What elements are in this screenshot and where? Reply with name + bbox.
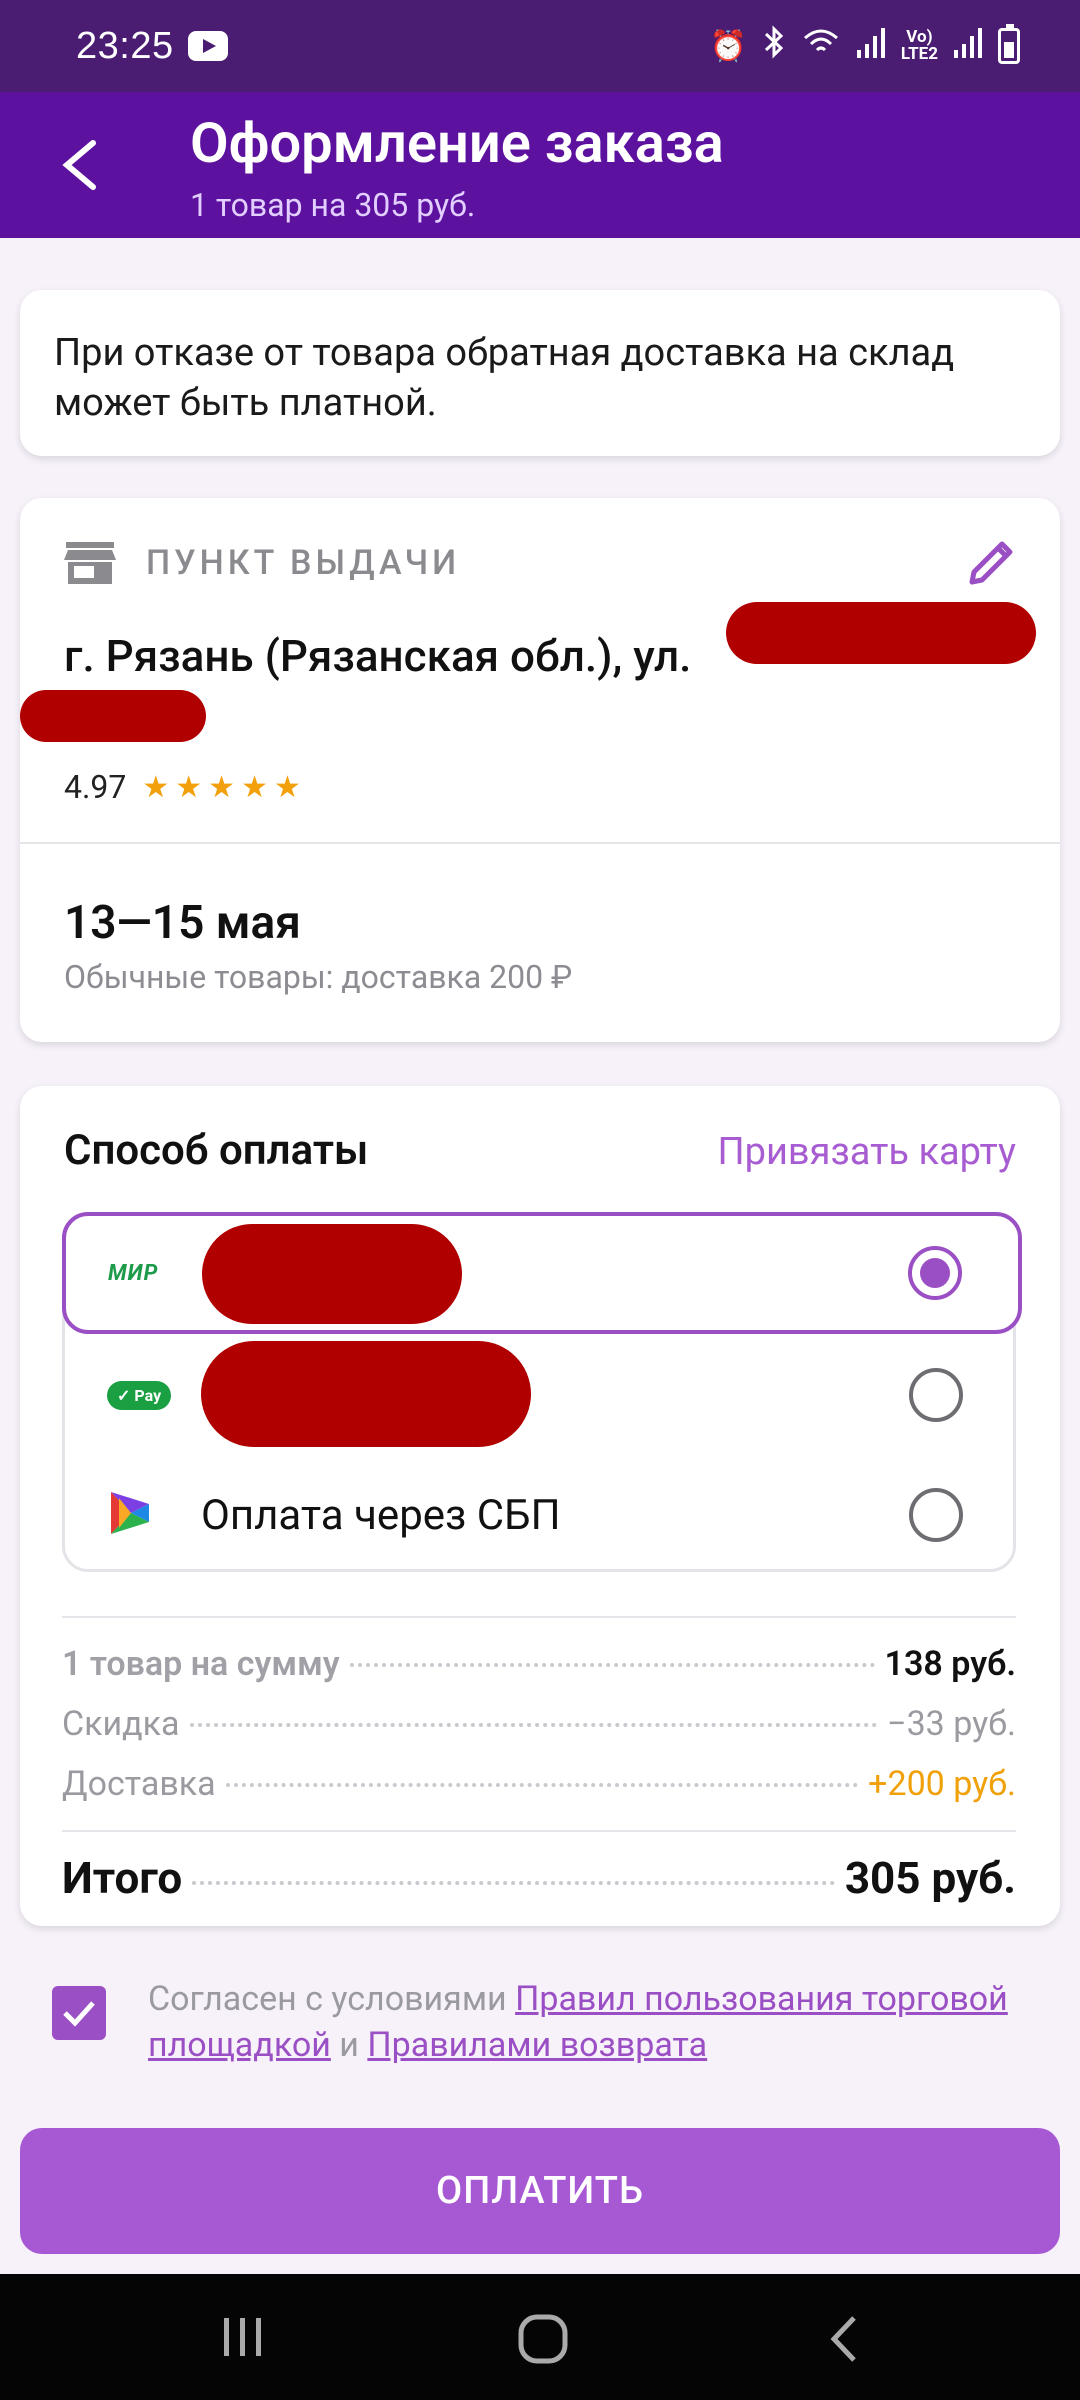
summary-discount-value: −33 руб. [887,1704,1016,1744]
status-bar: 23:25 ⏰ Vo) LTE2 [0,0,1080,92]
recent-apps-button[interactable] [218,2312,268,2366]
payment-method-pay[interactable]: ✓ Pay [65,1335,1019,1455]
pickup-rating: 4.97 ★★★★★ [64,768,307,806]
radio-selected[interactable] [908,1246,962,1300]
divider [62,1616,1016,1618]
system-nav-bar [0,2274,1080,2400]
wifi-icon [801,24,841,68]
mir-logo-icon: МИР [108,1260,159,1286]
dot-leader [192,1881,835,1885]
redaction-mark [202,1224,462,1324]
payment-title: Способ оплаты [64,1126,369,1175]
divider [62,1830,1016,1832]
summary-items-value: 138 руб. [884,1644,1016,1684]
pickup-header: ПУНКТ ВЫДАЧИ [64,540,460,586]
summary-total-value: 305 руб. [844,1852,1016,1904]
store-icon [64,542,116,584]
dot-leader [225,1783,859,1787]
redaction-mark [20,690,206,742]
checkmark-icon [63,2001,95,2027]
summary-delivery-row: Доставка +200 руб. [62,1764,1016,1804]
delivery-note: Обычные товары: доставка 200 ₽ [64,958,573,996]
dot-leader [349,1663,875,1667]
back-arrow-icon [62,140,96,190]
summary-total-row: Итого 305 руб. [62,1852,1016,1904]
back-nav-button[interactable] [824,2312,864,2370]
bluetooth-icon [763,25,785,67]
summary-total-label: Итого [62,1852,183,1904]
radio-unselected[interactable] [909,1368,963,1422]
rating-value: 4.97 [64,768,127,806]
alarm-icon: ⏰ [709,28,747,64]
page-subtitle: 1 товар на 305 руб. [190,186,476,224]
pickup-point-card: ПУНКТ ВЫДАЧИ г. Рязань (Рязанская обл.),… [20,498,1060,1042]
summary-delivery-value: +200 руб. [868,1764,1016,1804]
return-policy-link[interactable]: Правилами возврата [367,2025,707,2065]
agreement-checkbox[interactable] [52,1986,106,2040]
dot-leader [189,1723,878,1727]
home-button[interactable] [516,2312,570,2370]
app-bar: Оформление заказа 1 товар на 305 руб. [0,92,1080,238]
youtube-icon [187,31,228,61]
redaction-mark [201,1341,531,1447]
payment-method-mir[interactable]: МИР [62,1212,1022,1334]
payment-method-label: Оплата через СБП [201,1490,561,1540]
home-icon [518,2314,568,2364]
pickup-label: ПУНКТ ВЫДАЧИ [146,543,461,583]
status-icons: ⏰ Vo) LTE2 [709,24,1020,68]
summary-delivery-label: Доставка [62,1764,216,1804]
edit-address-button[interactable] [962,532,1022,592]
pay-button[interactable]: ОПЛАТИТЬ [20,2128,1060,2254]
redaction-mark [726,602,1036,664]
payment-methods-list: МИР ✓ Pay Оплата через СБП [62,1212,1022,1575]
link-card-button[interactable]: Привязать карту [718,1130,1017,1174]
summary-items-label: 1 товар на сумму [62,1644,340,1684]
status-time: 23:25 [76,24,174,67]
agreement-prefix: Согласен с условиями [148,1979,516,2019]
signal-icon [856,24,885,68]
sbp-icon [107,1490,153,1540]
return-notice-card: При отказе от товара обратная доставка н… [20,290,1060,456]
summary-items-row: 1 товар на сумму 138 руб. [62,1644,1016,1684]
radio-unselected[interactable] [909,1488,963,1542]
signal-icon-2 [954,24,982,68]
delivery-date: 13—15 мая [64,896,301,950]
battery-icon [998,24,1020,64]
summary-discount-row: Скидка −33 руб. [62,1704,1016,1744]
back-nav-icon [830,2316,856,2362]
recent-apps-icon [224,2318,261,2356]
page-title: Оформление заказа [190,110,724,176]
agreement-text: Согласен с условиями Правил пользования … [148,1976,1028,2068]
return-notice-text: При отказе от товара обратная доставка н… [54,331,955,425]
star-icons: ★★★★★ [142,769,307,805]
payment-card: Способ оплаты Привязать карту МИР ✓ Pay [20,1086,1060,1926]
pencil-icon [969,541,1013,585]
divider [20,842,1060,844]
summary-discount-label: Скидка [62,1704,180,1744]
payment-method-sbp[interactable]: Оплата через СБП [65,1455,1019,1575]
volte-icon: Vo) LTE2 [900,27,938,64]
agreement-and: и [330,2025,368,2065]
back-button[interactable] [44,130,114,200]
pay-logo-icon: ✓ Pay [107,1380,172,1410]
pickup-address: г. Рязань (Рязанская обл.), ул. [64,630,692,682]
